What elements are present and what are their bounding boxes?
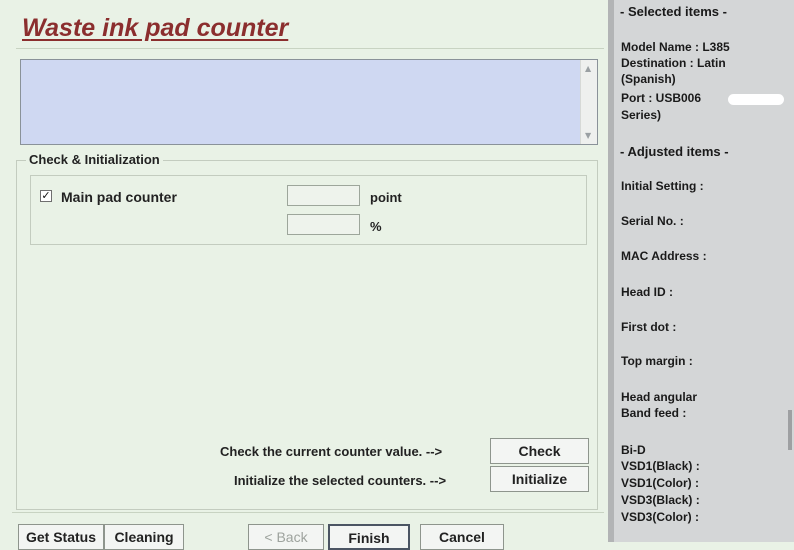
vsd1-color: VSD1(Color) : xyxy=(621,476,699,490)
vsd3-color: VSD3(Color) : xyxy=(621,510,699,524)
selected-items-header: - Selected items - xyxy=(620,4,727,19)
side-panel-scrollbar[interactable] xyxy=(788,410,792,450)
head-id: Head ID : xyxy=(621,285,674,299)
finish-button[interactable]: Finish xyxy=(328,524,410,550)
point-value-field[interactable] xyxy=(287,185,360,206)
model-name: Model Name : L385 xyxy=(621,40,730,54)
check-button[interactable]: Check xyxy=(490,438,589,464)
vsd3-black: VSD3(Black) : xyxy=(621,493,700,507)
initialize-button[interactable]: Initialize xyxy=(490,466,589,492)
serial-no: Serial No. : xyxy=(621,214,684,228)
bi-d: Bi-D xyxy=(621,443,646,457)
cancel-button[interactable]: Cancel xyxy=(420,524,504,550)
port-line-1: Port : USB006 xyxy=(621,91,702,105)
top-margin: Top margin : xyxy=(621,354,693,368)
percent-value-field[interactable] xyxy=(287,214,360,235)
scroll-down-icon[interactable]: ▼ xyxy=(585,131,591,140)
main-pad-counter-checkbox[interactable]: ✓ xyxy=(40,190,52,202)
initialize-hint: Initialize the selected counters. --> xyxy=(234,473,447,488)
page-title: Waste ink pad counter xyxy=(22,14,289,42)
check-hint: Check the current counter value. --> xyxy=(220,444,443,459)
initial-setting: Initial Setting : xyxy=(621,179,704,193)
main-pad-counter-label[interactable]: Main pad counter xyxy=(61,189,177,205)
destination-line-1: Destination : Latin xyxy=(621,56,726,70)
point-unit-label: point xyxy=(370,190,402,205)
port-line-2: Series) xyxy=(621,108,662,122)
message-textarea[interactable]: ▲ ▼ xyxy=(20,59,598,145)
first-dot: First dot : xyxy=(621,320,677,334)
vsd1-black: VSD1(Black) : xyxy=(621,459,700,473)
cleaning-button[interactable]: Cleaning xyxy=(104,524,184,550)
redaction-mark xyxy=(728,94,784,105)
footer-divider xyxy=(12,512,604,513)
back-button[interactable]: < Back xyxy=(248,524,324,550)
head-angular-line-2: Band feed : xyxy=(621,406,687,420)
adjusted-items-header: - Adjusted items - xyxy=(620,144,729,159)
title-divider xyxy=(16,48,604,49)
destination-line-2: (Spanish) xyxy=(621,72,676,86)
percent-unit-label: % xyxy=(370,219,382,234)
head-angular-line-1: Head angular xyxy=(621,390,698,404)
mac-address: MAC Address : xyxy=(621,249,707,263)
textarea-scrollbar[interactable]: ▲ ▼ xyxy=(580,60,597,144)
scroll-up-icon[interactable]: ▲ xyxy=(585,64,591,73)
get-status-button[interactable]: Get Status xyxy=(18,524,104,550)
group-legend: Check & Initialization xyxy=(26,152,163,167)
